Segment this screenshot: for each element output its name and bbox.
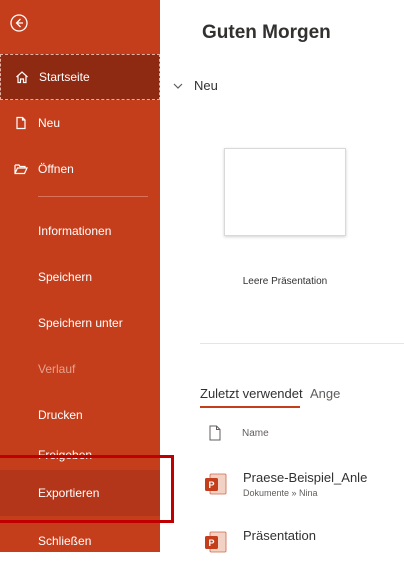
chevron-down-icon bbox=[173, 83, 183, 89]
tab-recent[interactable]: Zuletzt verwendet bbox=[200, 386, 303, 401]
sidebar-item-verlauf: Verlauf bbox=[0, 346, 160, 392]
powerpoint-file-icon: P bbox=[205, 531, 227, 553]
main-content: Guten Morgen Neu Leere Präsentation Zule… bbox=[160, 0, 404, 553]
svg-text:P: P bbox=[208, 538, 214, 548]
sidebar-item-label: Drucken bbox=[38, 408, 83, 422]
page-title: Guten Morgen bbox=[202, 22, 331, 43]
sidebar-item-schliessen[interactable]: Schließen bbox=[0, 518, 160, 564]
active-tab-indicator bbox=[200, 406, 300, 408]
home-icon bbox=[16, 71, 28, 84]
sidebar-item-label: Speichern unter bbox=[38, 316, 123, 330]
divider bbox=[200, 343, 404, 344]
annotation-highlight-box bbox=[0, 455, 174, 523]
sidebar-divider bbox=[38, 196, 148, 197]
recent-file-row[interactable]: P Praese-Beispiel_Anle Dokumente » Nina bbox=[205, 470, 367, 498]
sidebar-item-label: Startseite bbox=[39, 70, 90, 84]
tab-pinned[interactable]: Ange bbox=[310, 386, 340, 401]
sidebar-item-label: Öffnen bbox=[38, 162, 74, 176]
document-icon bbox=[209, 425, 221, 441]
column-header-name[interactable]: Name bbox=[242, 428, 269, 439]
sidebar-item-label: Schließen bbox=[38, 534, 92, 548]
sidebar-item-oeffnen[interactable]: Öffnen bbox=[0, 146, 160, 192]
file-info: Praese-Beispiel_Anle Dokumente » Nina bbox=[243, 470, 367, 498]
sidebar-item-informationen[interactable]: Informationen bbox=[0, 208, 160, 254]
file-name: Präsentation bbox=[243, 528, 316, 543]
sidebar-item-label: Informationen bbox=[38, 224, 112, 238]
blank-presentation-thumbnail[interactable] bbox=[224, 148, 346, 236]
list-header: Name bbox=[208, 425, 269, 441]
file-info: Präsentation bbox=[243, 528, 316, 543]
sidebar-item-label: Verlauf bbox=[38, 362, 76, 376]
new-section-toggle[interactable]: Neu bbox=[172, 78, 218, 93]
back-arrow-icon[interactable] bbox=[10, 14, 28, 32]
sidebar-item-label: Speichern bbox=[38, 270, 93, 284]
sidebar-item-speichern-unter[interactable]: Speichern unter bbox=[0, 300, 160, 346]
recent-file-row[interactable]: P Präsentation bbox=[205, 528, 316, 553]
new-document-icon bbox=[16, 116, 26, 130]
section-title: Neu bbox=[194, 78, 218, 93]
powerpoint-file-icon: P bbox=[205, 473, 227, 495]
sidebar-item-startseite[interactable]: Startseite bbox=[0, 54, 160, 100]
file-name: Praese-Beispiel_Anle bbox=[243, 470, 368, 485]
sidebar-item-label: Neu bbox=[38, 116, 61, 130]
file-path: Dokumente » Nina bbox=[243, 488, 318, 498]
svg-text:P: P bbox=[208, 480, 214, 490]
template-label: Leere Präsentation bbox=[242, 276, 328, 287]
sidebar-item-neu[interactable]: Neu bbox=[0, 100, 160, 146]
sidebar-item-speichern[interactable]: Speichern bbox=[0, 254, 160, 300]
folder-open-icon bbox=[14, 164, 28, 175]
